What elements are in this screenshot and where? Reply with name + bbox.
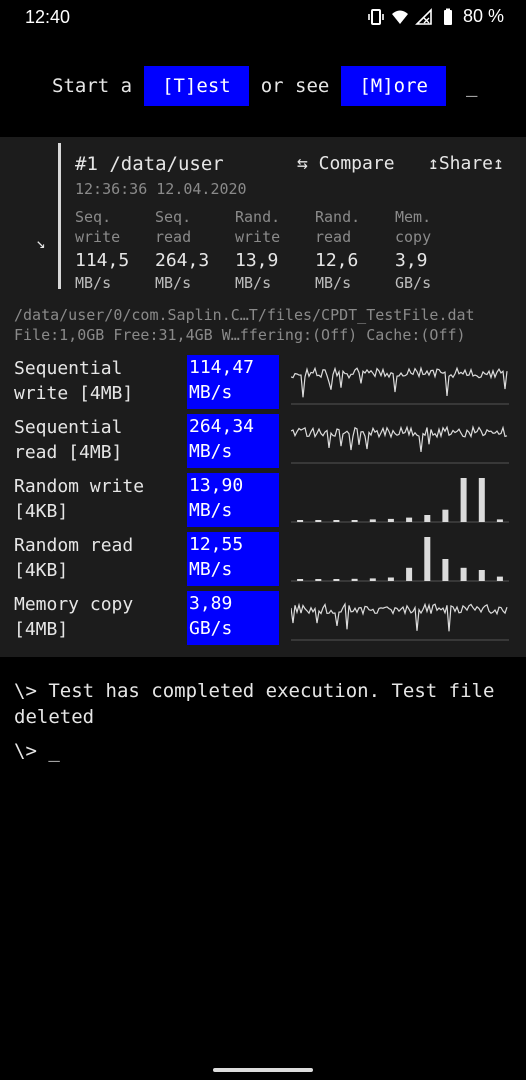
graph-bar bbox=[369, 519, 376, 522]
wifi-icon bbox=[391, 10, 408, 24]
graph-bar bbox=[387, 577, 394, 581]
metric-unit: MB/s bbox=[235, 274, 272, 292]
graph-bar bbox=[460, 567, 467, 581]
metric-label: copy bbox=[395, 228, 432, 246]
graph-bar bbox=[369, 578, 376, 581]
rand-read-graph bbox=[291, 537, 509, 582]
graph-bar bbox=[424, 537, 431, 581]
graph-bar bbox=[496, 576, 503, 581]
results-panel: ↘ #1 /data/user ⇆ Compare ↥Share↥ 12:36:… bbox=[0, 137, 526, 657]
vibrate-icon bbox=[368, 8, 384, 25]
metric-mem-copy: Mem. copy 3,9 GB/s bbox=[395, 207, 475, 293]
compare-button[interactable]: ⇆ Compare bbox=[297, 153, 395, 174]
test-name: Sequential read [4MB] bbox=[14, 417, 123, 463]
graph-bar bbox=[478, 570, 485, 581]
graph-bar bbox=[333, 579, 340, 581]
metric-value: 264,3 bbox=[155, 250, 210, 271]
file-details: File:1,0GB Free:31,4GB W…ffering:(Off) C… bbox=[14, 326, 466, 344]
graph-bar bbox=[351, 578, 358, 581]
metric-label: Rand. bbox=[315, 208, 361, 226]
metric-label: Mem. bbox=[395, 208, 432, 226]
graph-bar bbox=[424, 515, 431, 522]
test-name: Random read [4KB] bbox=[14, 535, 134, 581]
graph-line bbox=[291, 602, 508, 632]
more-button[interactable]: [M]ore bbox=[341, 66, 446, 106]
battery-icon bbox=[443, 8, 452, 25]
cursor: _ bbox=[466, 75, 478, 97]
test-name: Sequential write [4MB] bbox=[14, 358, 134, 404]
metric-label: Seq. bbox=[75, 208, 112, 226]
mem-copy-graph bbox=[291, 602, 509, 641]
test-name: Memory copy [4MB] bbox=[14, 594, 134, 640]
test-row-mem-copy: Memory copy [4MB] 3,89 GB/s bbox=[0, 591, 526, 646]
graph-bar bbox=[406, 517, 413, 522]
graph-line bbox=[291, 425, 508, 452]
graph-bar bbox=[315, 520, 322, 522]
test-row-seq-read: Sequential read [4MB] 264,34 MB/s bbox=[0, 414, 526, 469]
battery-percent: 80 % bbox=[462, 6, 504, 26]
metric-label: write bbox=[75, 228, 121, 246]
metric-label: Rand. bbox=[235, 208, 281, 226]
result-datetime: 12:36:36 12.04.2020 bbox=[75, 180, 247, 198]
metric-rand-write: Rand. write 13,9 MB/s bbox=[235, 207, 315, 293]
test-row-seq-write: Sequential write [4MB] 114,47 MB/s bbox=[0, 355, 526, 410]
file-info: /data/user/0/com.Saplin.C…T/files/CPDT_T… bbox=[14, 305, 475, 345]
metric-unit: MB/s bbox=[315, 274, 352, 292]
graph-bar bbox=[297, 579, 304, 581]
console-message: \> Test has completed execution. Test fi… bbox=[14, 680, 495, 728]
prompt-middle: or see bbox=[260, 75, 330, 97]
clock: 12:40 bbox=[25, 7, 71, 27]
metric-unit: MB/s bbox=[155, 274, 192, 292]
metric-unit: MB/s bbox=[75, 274, 112, 292]
graph-bar bbox=[297, 520, 304, 522]
metric-unit: GB/s bbox=[395, 274, 432, 292]
seq-write-graph bbox=[291, 365, 509, 405]
signal-icon bbox=[415, 7, 432, 25]
metric-seq-read: Seq. read 264,3 MB/s bbox=[155, 207, 235, 293]
prompt-prefix: Start a bbox=[52, 75, 133, 97]
share-button[interactable]: ↥Share↥ bbox=[428, 153, 504, 174]
test-value: 114,47 MB/s bbox=[187, 355, 279, 409]
file-path: /data/user/0/com.Saplin.C…T/files/CPDT_T… bbox=[14, 306, 475, 324]
metric-label: read bbox=[155, 228, 192, 246]
metric-label: write bbox=[235, 228, 281, 246]
graph-bar bbox=[387, 518, 394, 522]
status-bar: 12:40 80 % bbox=[0, 0, 526, 34]
rand-write-graph bbox=[291, 478, 509, 523]
graph-bar bbox=[333, 520, 340, 522]
graph-bar bbox=[478, 478, 485, 522]
test-value: 264,34 MB/s bbox=[187, 414, 279, 468]
status-icons: 80 % bbox=[367, 6, 504, 27]
metric-value: 13,9 bbox=[235, 250, 279, 271]
test-value: 13,90 MB/s bbox=[187, 473, 279, 527]
test-button[interactable]: [T]est bbox=[144, 66, 249, 106]
metric-value: 12,6 bbox=[315, 250, 359, 271]
test-row-rand-write: Random write [4KB] 13,90 MB/s bbox=[0, 473, 526, 528]
graph-bar bbox=[351, 520, 358, 522]
metric-value: 114,5 bbox=[75, 250, 130, 271]
result-card[interactable]: #1 /data/user ⇆ Compare ↥Share↥ 12:36:36… bbox=[58, 143, 521, 292]
graph-bar bbox=[442, 559, 449, 581]
test-value: 12,55 MB/s bbox=[187, 532, 279, 586]
top-prompt: Start a [T]est or see [M]ore _ bbox=[52, 66, 477, 106]
result-title: #1 /data/user bbox=[75, 153, 224, 175]
metric-seq-write: Seq. write 114,5 MB/s bbox=[75, 207, 155, 293]
seq-read-graph bbox=[291, 425, 509, 464]
test-value: 3,89 GB/s bbox=[187, 591, 279, 645]
graph-bar bbox=[496, 519, 503, 522]
test-name: Random write [4KB] bbox=[14, 476, 145, 522]
graph-bar bbox=[442, 509, 449, 522]
metric-label: read bbox=[315, 228, 352, 246]
graph-bar bbox=[315, 579, 322, 581]
metric-rand-read: Rand. read 12,6 MB/s bbox=[315, 207, 395, 293]
home-indicator[interactable] bbox=[213, 1068, 313, 1072]
metric-label: Seq. bbox=[155, 208, 192, 226]
graph-line bbox=[291, 365, 508, 398]
console-prompt[interactable]: \> _ bbox=[14, 740, 60, 762]
graph-bar bbox=[460, 478, 467, 522]
graph-bar bbox=[406, 567, 413, 581]
expand-arrow-icon[interactable]: ↘ bbox=[36, 233, 46, 252]
metric-value: 3,9 bbox=[395, 250, 428, 271]
test-row-rand-read: Random read [4KB] 12,55 MB/s bbox=[0, 532, 526, 587]
